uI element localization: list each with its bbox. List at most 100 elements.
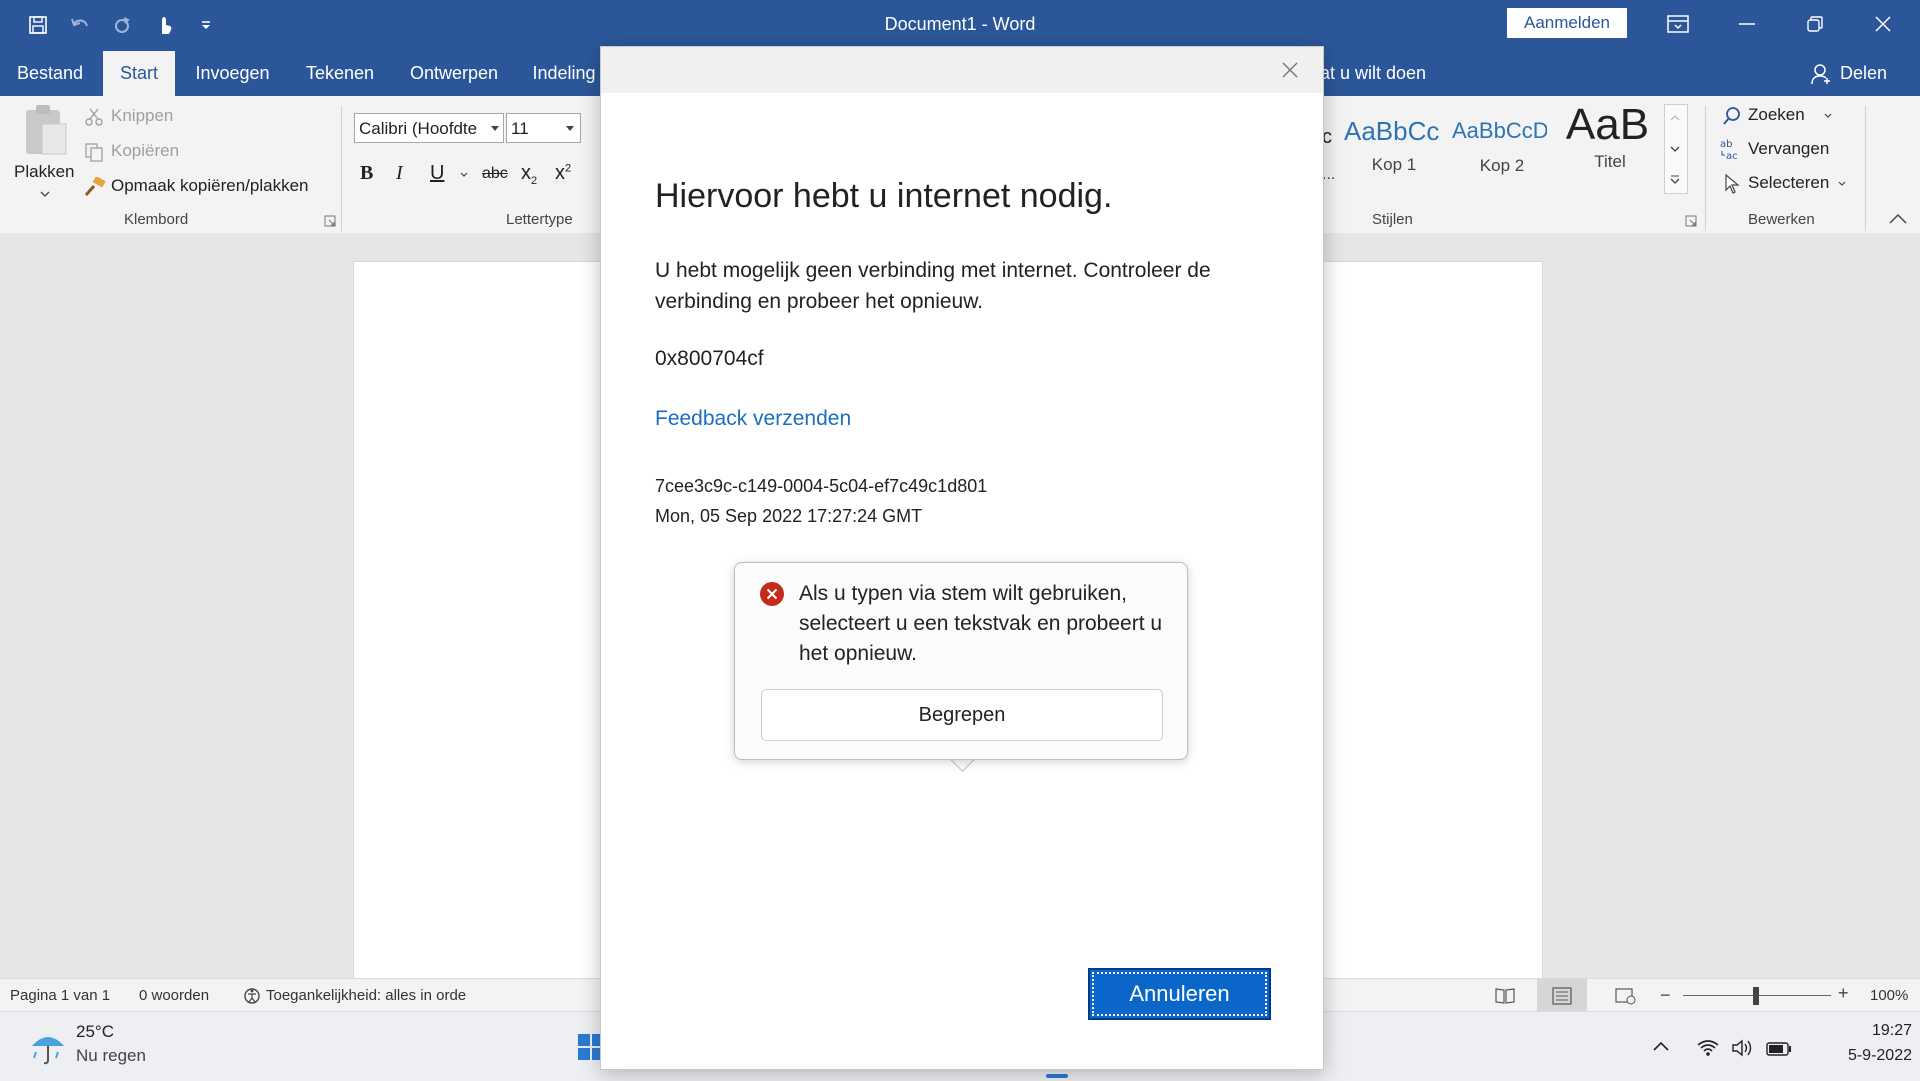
document-title: Document1 - Word bbox=[884, 14, 1036, 34]
editing-group-label: Bewerken bbox=[1748, 211, 1815, 228]
strikethrough-icon[interactable]: abc bbox=[482, 165, 508, 183]
dialog-header bbox=[601, 47, 1323, 93]
share-button[interactable]: Delen bbox=[1810, 51, 1887, 96]
paste-button[interactable]: Plakken bbox=[14, 102, 76, 202]
zoom-slider-thumb[interactable] bbox=[1753, 987, 1759, 1005]
zoom-in-icon[interactable]: + bbox=[1838, 983, 1849, 1004]
voice-typing-error-popup: Als u typen via stem wilt gebruiken, sel… bbox=[734, 562, 1188, 760]
font-name-value: Calibri (Hoofdte bbox=[359, 119, 478, 138]
dialog-title: Hiervoor hebt u internet nodig. bbox=[655, 177, 1113, 215]
paste-label: Plakken bbox=[14, 162, 75, 181]
sign-in-button[interactable]: Aanmelden bbox=[1507, 8, 1627, 38]
tab-start[interactable]: Start bbox=[103, 51, 175, 96]
chevron-down-icon bbox=[566, 126, 574, 131]
font-size-combo[interactable]: 11 bbox=[506, 113, 581, 143]
format-painter-label: Opmaak kopiëren/plakken bbox=[111, 176, 309, 195]
copy-label: Kopiëren bbox=[111, 141, 180, 160]
style-titel[interactable]: AaB Titel bbox=[1560, 100, 1660, 186]
error-timestamp: Mon, 05 Sep 2022 17:27:24 GMT bbox=[655, 506, 923, 526]
restore-icon[interactable] bbox=[1792, 6, 1838, 42]
style-kop2-name: Kop 2 bbox=[1479, 156, 1525, 175]
find-label: Zoeken bbox=[1748, 105, 1805, 124]
tab-tekenen[interactable]: Tekenen bbox=[294, 51, 386, 96]
underline-icon[interactable]: U bbox=[430, 162, 444, 185]
dialog-launcher-icon[interactable] bbox=[1685, 215, 1697, 227]
tell-me-search[interactable]: at u wilt doen bbox=[1320, 51, 1426, 96]
replace-label: Vervangen bbox=[1748, 139, 1830, 158]
umbrella-rain-icon bbox=[32, 1037, 64, 1065]
word-count[interactable]: 0 woorden bbox=[139, 987, 209, 1004]
style-kop1-preview: AaBbCc bbox=[1344, 116, 1439, 146]
style-kop1-name: Kop 1 bbox=[1371, 155, 1417, 174]
subscript-icon[interactable]: x2 bbox=[521, 162, 537, 187]
wifi-icon[interactable] bbox=[1697, 1039, 1719, 1057]
minimize-icon[interactable] bbox=[1724, 6, 1770, 42]
cancel-button[interactable]: Annuleren bbox=[1088, 968, 1271, 1020]
more-styles-icon[interactable] bbox=[1670, 175, 1680, 185]
page-count[interactable]: Pagina 1 van 1 bbox=[10, 987, 110, 1004]
accessibility-status[interactable]: Toegankelijkheid: alles in orde bbox=[266, 987, 466, 1004]
paste-icon bbox=[26, 105, 67, 155]
internet-required-dialog: Hiervoor hebt u internet nodig. U hebt m… bbox=[600, 46, 1324, 1070]
chevron-down-icon bbox=[40, 191, 50, 197]
svg-text:ac: ac bbox=[1726, 151, 1738, 161]
italic-icon[interactable]: I bbox=[396, 162, 403, 185]
paintbrush-icon bbox=[84, 177, 106, 196]
clock-time[interactable]: 19:27 bbox=[1820, 1022, 1912, 1040]
feedback-link[interactable]: Feedback verzenden bbox=[655, 407, 851, 431]
cursor-arrow-icon bbox=[1725, 174, 1740, 194]
clipboard-group-label: Klembord bbox=[124, 211, 189, 228]
replace-icon: abac bbox=[1720, 139, 1738, 161]
got-it-button[interactable]: Begrepen bbox=[761, 689, 1163, 741]
active-app-indicator bbox=[1046, 1074, 1068, 1078]
font-size-value: 11 bbox=[511, 119, 529, 138]
tab-bestand[interactable]: Bestand bbox=[0, 51, 100, 96]
clock-date[interactable]: 5-9-2022 bbox=[1808, 1047, 1912, 1065]
zoom-out-icon[interactable]: − bbox=[1660, 985, 1671, 1006]
style-titel-preview: AaB bbox=[1565, 100, 1650, 149]
superscript-icon[interactable]: x2 bbox=[555, 162, 571, 185]
chevron-down-icon[interactable] bbox=[460, 172, 468, 178]
tab-invoegen[interactable]: Invoegen bbox=[180, 51, 285, 96]
collapse-ribbon-icon[interactable] bbox=[1888, 213, 1908, 225]
style-kop2-preview: AaBbCcD bbox=[1452, 118, 1547, 143]
font-name-combo[interactable]: Calibri (Hoofdte bbox=[354, 113, 504, 143]
session-id: 7cee3c9c-c149-0004-5c04-ef7c49c1d801 bbox=[655, 476, 988, 496]
zoom-level[interactable]: 100% bbox=[1870, 987, 1908, 1004]
style-kop1[interactable]: AaBbCc Kop 1 bbox=[1344, 116, 1444, 186]
search-icon bbox=[1723, 107, 1740, 125]
chevron-down-icon[interactable] bbox=[1670, 146, 1680, 152]
print-layout-button[interactable] bbox=[1537, 979, 1587, 1012]
style-kop2[interactable]: AaBbCcD Kop 2 bbox=[1452, 118, 1552, 188]
web-layout-icon[interactable] bbox=[1615, 987, 1637, 1005]
battery-icon[interactable] bbox=[1766, 1042, 1792, 1056]
close-icon[interactable] bbox=[1860, 6, 1906, 42]
chevron-down-icon bbox=[491, 126, 499, 131]
close-icon[interactable] bbox=[1277, 57, 1303, 83]
svg-text:ab: ab bbox=[1720, 139, 1732, 150]
title-bar: Document1 - Word Aanmelden bbox=[0, 0, 1920, 51]
tab-ontwerpen[interactable]: Ontwerpen bbox=[396, 51, 512, 96]
chevron-up-icon[interactable] bbox=[1652, 1040, 1670, 1052]
tab-indeling[interactable]: Indeling bbox=[524, 51, 604, 96]
dialog-launcher-icon[interactable] bbox=[324, 215, 336, 227]
accessibility-icon bbox=[244, 988, 260, 1004]
print-layout-icon bbox=[1552, 987, 1572, 1005]
weather-widget[interactable]: 25°C Nu regen bbox=[28, 1022, 198, 1072]
font-group-label: Lettertype bbox=[506, 211, 573, 228]
weather-temp: 25°C bbox=[76, 1022, 114, 1041]
weather-desc: Nu regen bbox=[76, 1046, 146, 1065]
scissors-icon bbox=[85, 108, 103, 126]
read-mode-icon[interactable] bbox=[1494, 987, 1516, 1005]
style-name-partial: ... bbox=[1322, 166, 1336, 183]
bold-icon[interactable]: B bbox=[360, 162, 373, 185]
popup-message: Als u typen via stem wilt gebruiken, sel… bbox=[799, 582, 1163, 665]
ribbon-display-options-icon[interactable] bbox=[1655, 6, 1701, 42]
select-label: Selecteren bbox=[1748, 173, 1830, 192]
styles-scroll[interactable] bbox=[1664, 104, 1688, 194]
chevron-up-icon[interactable] bbox=[1670, 115, 1680, 121]
volume-icon[interactable] bbox=[1731, 1039, 1753, 1057]
chevron-down-icon bbox=[1838, 181, 1846, 186]
dialog-message: U hebt mogelijk geen verbinding met inte… bbox=[655, 259, 1211, 313]
chevron-down-icon bbox=[1824, 113, 1832, 118]
